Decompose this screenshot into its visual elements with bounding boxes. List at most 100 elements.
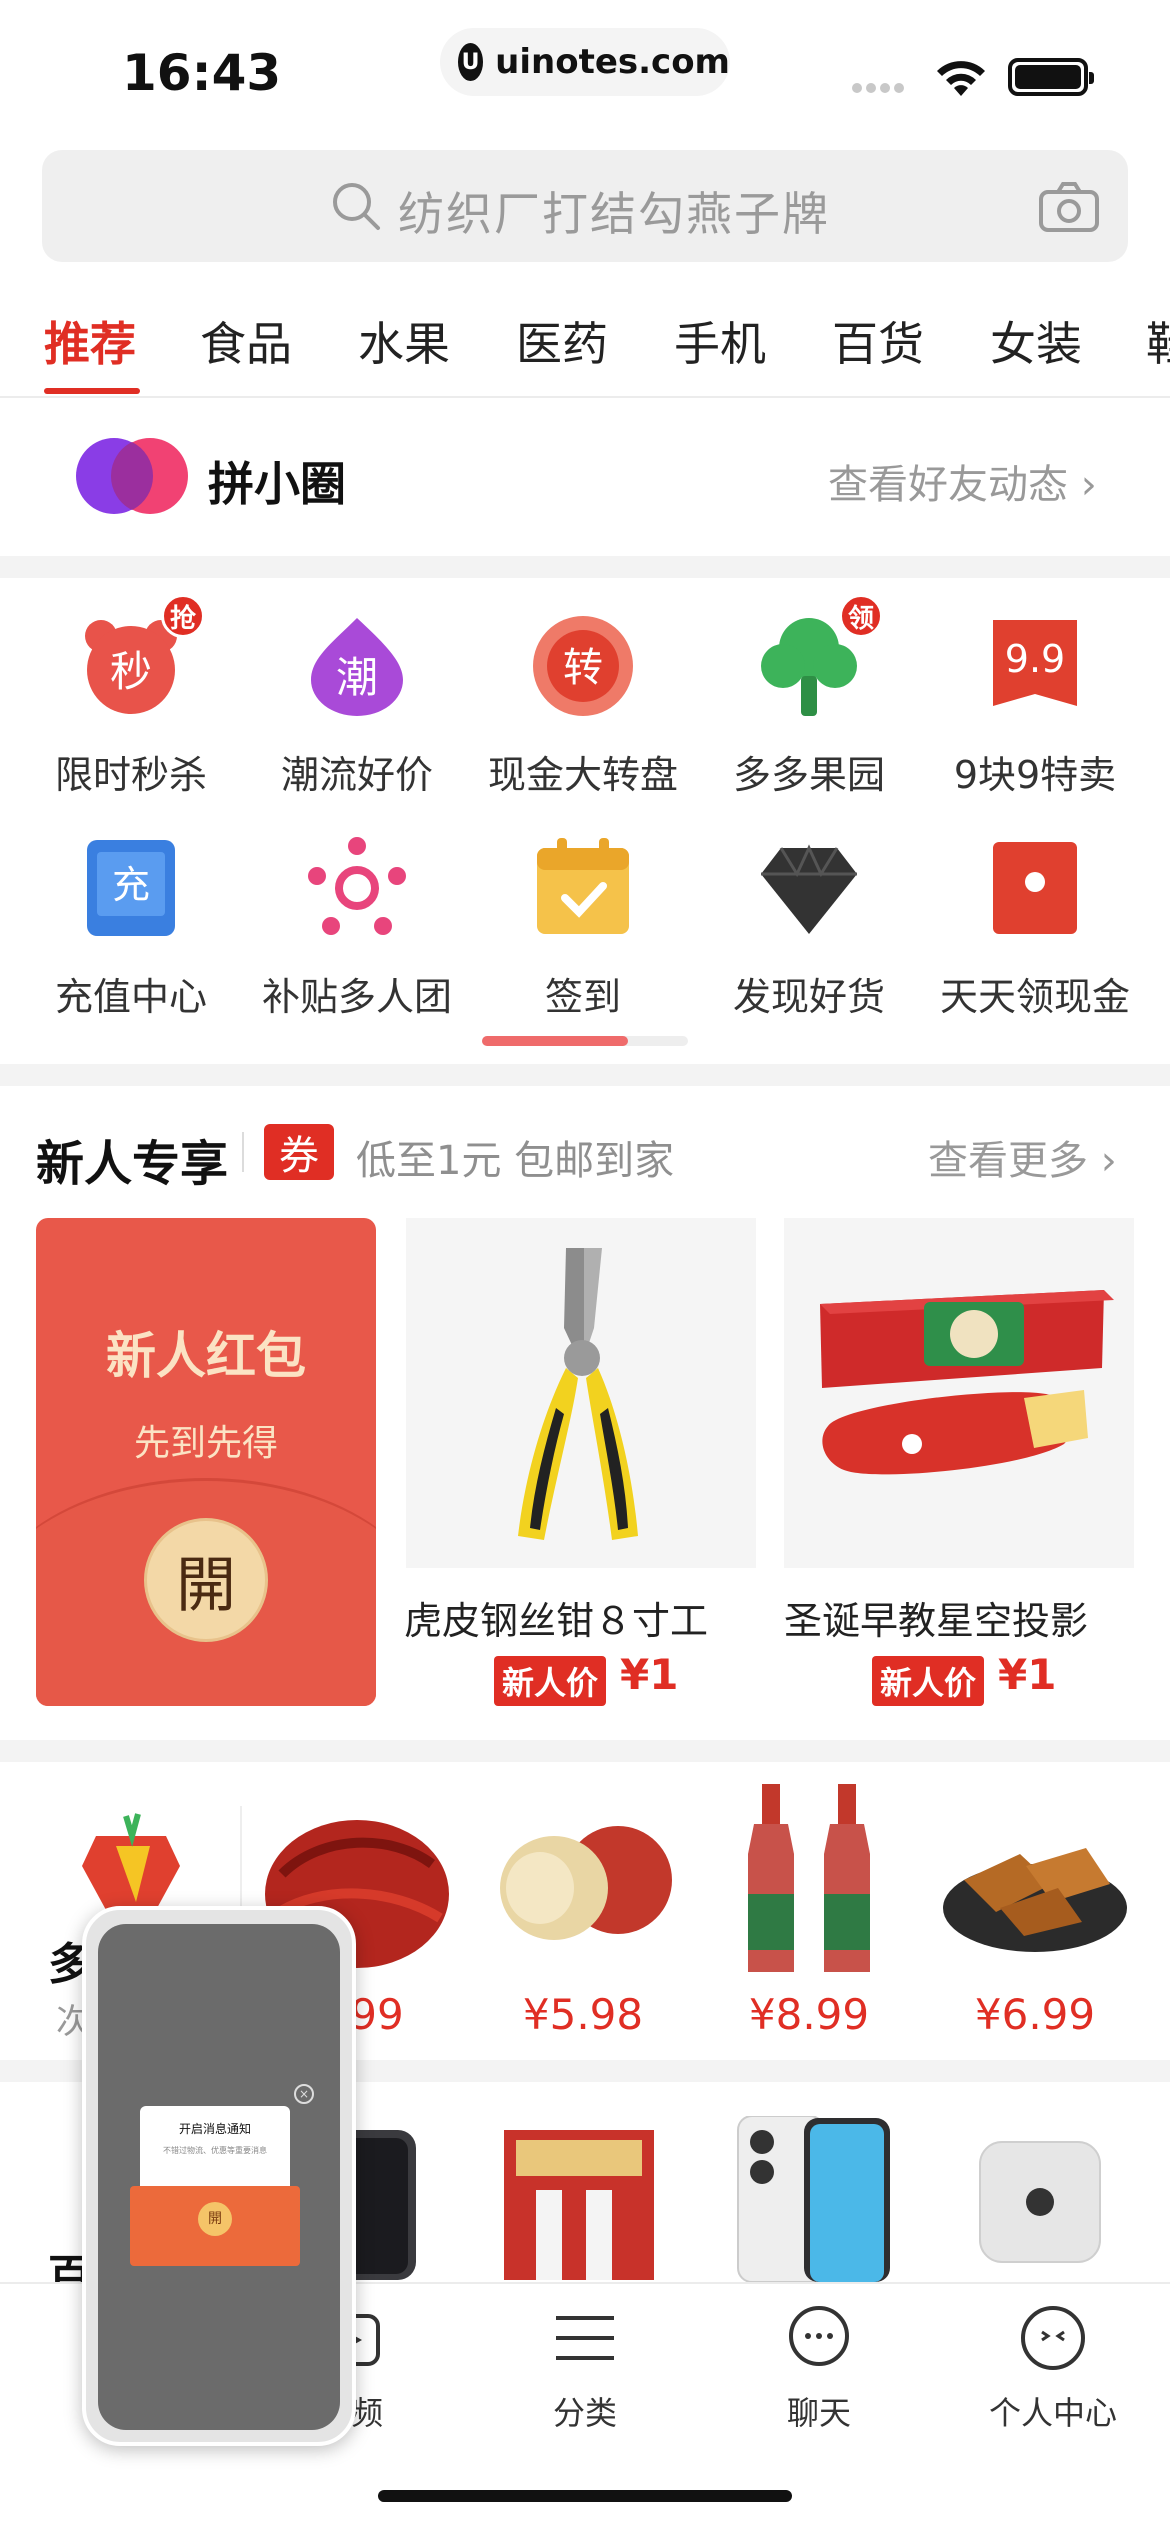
product-image-tofu[interactable] [940,1784,1130,1974]
grid-item-topup[interactable]: 充 充值中心 [18,836,244,1021]
tab-bar-label: 聊天 [786,2394,851,2432]
red-packet-title: 新人红包 [106,1327,306,1385]
status-time: 16:43 [122,44,282,102]
price-tag-icon: 9.9 [983,614,1087,718]
tab-women-clothing[interactable]: 女装 [990,308,1082,374]
calendar-check-icon [531,836,635,940]
product-price: ¥1 [998,1650,1057,1699]
view-friends-activity-link[interactable]: 查看好友动态 › [828,452,1097,510]
tab-general-goods[interactable]: 百货 [832,308,924,374]
projector-toy-icon [820,1290,1114,1475]
view-more-label: 查看更多 [928,1138,1088,1184]
new-user-price-tag: 新人价 [494,1656,607,1706]
tab-bar-chat[interactable]: 聊天 [702,2304,936,2434]
new-user-price-tag: 新人价 [872,1656,985,1706]
jujube-fruit-icon [500,1826,672,1940]
title-separator [242,1132,244,1172]
product-price: ¥6.99 [974,1990,1096,2039]
tab-recommend[interactable]: 推荐 [44,308,136,374]
grid-scroll-thumb [482,1036,628,1046]
grid-item-flash-sale[interactable]: 秒 抢 限时秒杀 [18,594,244,799]
trend-flame-icon: 潮 [305,614,409,718]
tab-food[interactable]: 食品 [200,308,292,374]
mac-mini-product-image[interactable] [978,2140,1102,2264]
battery-icon [1008,58,1094,96]
section-gap [0,1064,1170,1086]
pin-circle-logo-icon [76,438,188,514]
profile-face-icon [1021,2306,1085,2370]
home-indicator[interactable] [378,2490,792,2502]
view-more-link[interactable]: 查看更多 › [928,1128,1117,1186]
tab-bar-profile[interactable]: 个人中心 [936,2304,1170,2434]
grid-label: 发现好货 [732,975,885,1019]
phone-topup-icon: 充 [79,836,183,940]
diamond-icon [757,836,861,940]
tab-shoes[interactable]: 鞋 [1146,308,1170,374]
grid-item-checkin[interactable]: 签到 [470,836,696,1021]
tab-bar-categories[interactable]: 分类 [468,2304,702,2434]
grid-item-daily-cash[interactable]: 天天领现金 [922,836,1148,1021]
product-image-jujube[interactable] [488,1784,678,1974]
red-packet-subtitle: 先到先得 [133,1423,278,1464]
preview-close-icon[interactable]: × [294,2084,314,2104]
notification-open-button[interactable]: 開 [198,2202,232,2236]
grid-item-trend-deals[interactable]: 潮 潮流好价 [244,614,470,799]
grid-item-orchard[interactable]: 领 多多果园 [696,594,922,799]
grid-item-9-9-sale[interactable]: 9.9 9块9特卖 [922,614,1148,799]
url-pill[interactable]: U uinotes.com [440,28,730,96]
cash-wheel-glyph: 转 [563,645,603,691]
grid-item-discover[interactable]: 发现好货 [696,836,922,1021]
pin-circle-title[interactable]: 拼小圈 [208,448,346,514]
list-icon [556,2316,614,2360]
grid-item-cash-wheel[interactable]: 转 现金大转盘 [470,614,696,799]
search-icon [333,183,380,230]
collect-badge: 领 [839,594,883,638]
product-image-pliers[interactable] [406,1218,756,1568]
tab-phone[interactable]: 手机 [674,308,766,374]
open-packet-button[interactable]: 開 [144,1518,268,1642]
site-logo-icon: U [458,43,484,81]
camera-icon[interactable] [1038,180,1100,234]
notification-prompt: 开启消息通知 不错过物流、优惠等重要消息 開 [130,2106,300,2266]
tab-bar-label: 分类 [552,2394,617,2432]
product-title[interactable]: 虎皮钢丝钳８寸工 [404,1590,708,1645]
price-tag-glyph: 9.9 [1005,637,1065,681]
topup-glyph: 充 [112,863,150,907]
grid-label: 潮流好价 [280,753,433,797]
grid-item-group-subsidy[interactable]: 补贴多人团 [244,836,470,1021]
grid-label: 充值中心 [54,975,207,1019]
grid-label: 现金大转盘 [487,753,678,797]
new-user-title: 新人专享 [36,1136,229,1192]
chat-bubble-icon [789,2306,849,2366]
trend-deals-glyph: 潮 [336,653,378,702]
preview-screen: × 开启消息通知 不错过物流、优惠等重要消息 開 [98,1924,340,2430]
new-user-subtitle: 低至1元 包邮到家 [356,1138,675,1184]
grid-label: 签到 [544,975,621,1019]
liquor-bottles-icon [748,1784,870,1972]
product-title[interactable]: 圣诞早教星空投影 [784,1590,1088,1645]
section-gap [0,556,1170,578]
new-user-red-packet[interactable]: 新人红包 先到先得 開 [36,1218,376,1706]
floating-screen-preview[interactable]: × 开启消息通知 不错过物流、优惠等重要消息 開 [82,1906,356,2446]
grid-label: 天天领现金 [939,975,1130,1019]
grid-label: 多多果园 [732,753,885,797]
iphone-product-image[interactable] [734,2116,894,2282]
tree-icon: 领 [757,594,883,718]
wifi-icon [937,61,985,96]
cellular-signal-icon [852,78,908,97]
coupon-tag: 券 [264,1124,334,1180]
wheel-icon: 转 [531,614,635,718]
chevron-right-icon: › [1088,1138,1117,1184]
carrot-logo-icon [82,1813,180,1910]
chevron-right-icon: › [1080,462,1097,508]
red-envelope-icon [983,836,1087,940]
tab-fruit[interactable]: 水果 [358,308,450,374]
liquor-gift-box-image[interactable] [496,2120,666,2280]
search-input[interactable]: 纺织厂打结勾燕子牌 [398,178,830,244]
tab-medicine[interactable]: 医药 [516,308,608,374]
product-price: ¥8.99 [748,1990,870,2039]
grid-label: 补贴多人团 [261,975,452,1019]
notification-prompt-title: 开启消息通知 [178,2122,251,2136]
product-image-liquor[interactable] [714,1784,904,1974]
product-image-projector[interactable] [784,1218,1134,1568]
